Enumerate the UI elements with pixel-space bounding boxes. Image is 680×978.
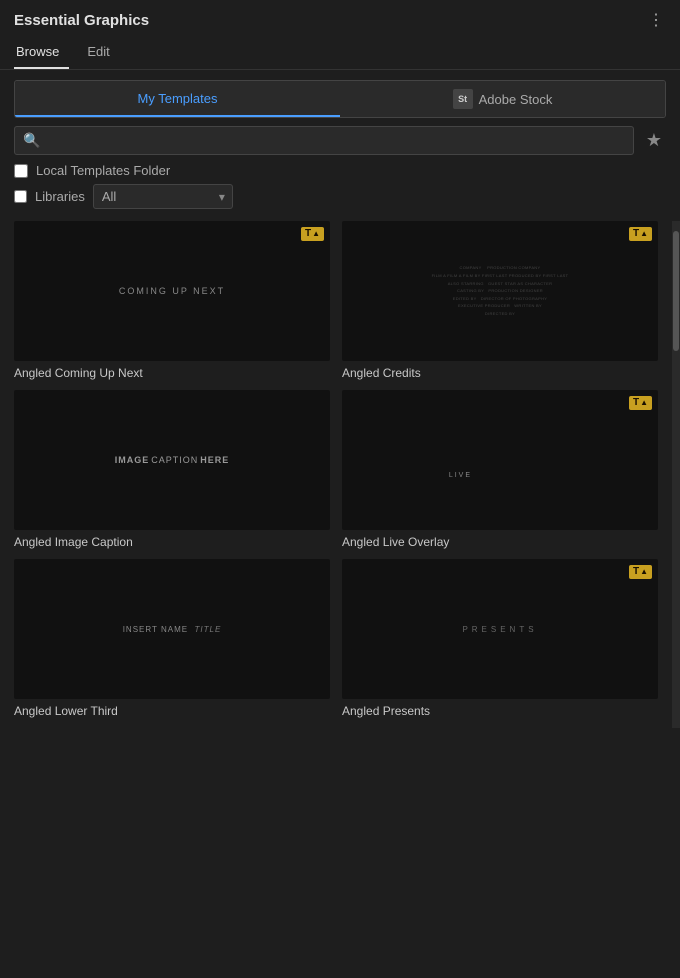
template-card-coming-up-next[interactable]: T▲ COMING UP NEXT Angled Coming Up Next: [14, 221, 330, 382]
search-wrap: 🔍: [14, 126, 634, 155]
template-thumb-5: INSERT NAME TITLE: [14, 559, 330, 699]
thumb-content-5: INSERT NAME TITLE: [123, 625, 222, 634]
my-templates-button[interactable]: My Templates: [15, 81, 340, 117]
template-name-6: Angled Presents: [342, 699, 658, 720]
tab-edit[interactable]: Edit: [85, 38, 119, 69]
live-text: LIVE: [449, 472, 472, 479]
template-badge-2: T▲: [629, 227, 652, 241]
template-thumb-1: T▲ COMING UP NEXT: [14, 221, 330, 361]
menu-icon[interactable]: ⋮: [648, 10, 666, 30]
template-name-3: Angled Image Caption: [14, 530, 330, 551]
template-grid: T▲ COMING UP NEXT Angled Coming Up Next …: [0, 221, 672, 728]
template-badge-1: T▲: [301, 227, 324, 241]
libraries-checkbox[interactable]: [14, 190, 27, 203]
template-card-lower-third[interactable]: INSERT NAME TITLE Angled Lower Third: [14, 559, 330, 720]
source-toggle: My Templates St Adobe Stock: [14, 80, 666, 118]
template-name-5: Angled Lower Third: [14, 699, 330, 720]
search-row: 🔍 ★: [14, 126, 666, 155]
template-badge-6: T▲: [629, 565, 652, 579]
template-badge-4: T▲: [629, 396, 652, 410]
adobe-stock-icon: St: [453, 89, 473, 109]
template-card-credits[interactable]: T▲ COMPANY PRODUCTION COMPANY FILM A FIL…: [342, 221, 658, 382]
adobe-stock-label: Adobe Stock: [479, 92, 553, 107]
thumb-content-3: IMAGE CAPTION HERE: [115, 455, 230, 465]
template-name-4: Angled Live Overlay: [342, 530, 658, 551]
scrollbar[interactable]: [672, 221, 680, 728]
libraries-row: Libraries All: [14, 184, 666, 209]
local-templates-checkbox[interactable]: [14, 164, 28, 178]
search-input[interactable]: [46, 133, 624, 148]
local-templates-row: Local Templates Folder: [14, 163, 666, 178]
adobe-stock-button[interactable]: St Adobe Stock: [340, 81, 665, 117]
template-name-1: Angled Coming Up Next: [14, 361, 330, 382]
template-thumb-6: T▲ PRESENTS: [342, 559, 658, 699]
image-caption-text: IMAGE CAPTION HERE: [115, 455, 230, 465]
scrollbar-thumb[interactable]: [673, 231, 679, 351]
thumb-content-1: COMING UP NEXT: [119, 286, 225, 296]
credits-text-block: COMPANY PRODUCTION COMPANY FILM A FILM A…: [367, 264, 633, 317]
search-icon: 🔍: [23, 132, 40, 149]
template-card-live-overlay[interactable]: T▲ LIVE Angled Live Overlay: [342, 390, 658, 551]
template-thumb-4: T▲ LIVE: [342, 390, 658, 530]
coming-up-text: COMING UP NEXT: [119, 286, 225, 296]
header: Essential Graphics ⋮: [0, 0, 680, 38]
app-title: Essential Graphics: [14, 12, 149, 29]
content-area: T▲ COMING UP NEXT Angled Coming Up Next …: [0, 221, 680, 728]
local-templates-label: Local Templates Folder: [36, 163, 170, 178]
lower-third-text: INSERT NAME TITLE: [123, 625, 222, 634]
libraries-label: Libraries: [35, 189, 85, 204]
thumb-content-6: PRESENTS: [462, 625, 537, 634]
tab-browse[interactable]: Browse: [14, 38, 69, 69]
template-thumb-2: T▲ COMPANY PRODUCTION COMPANY FILM A FIL…: [342, 221, 658, 361]
caption-word-here: HERE: [200, 455, 229, 465]
tab-bar: Browse Edit: [0, 38, 680, 70]
libraries-select[interactable]: All: [93, 184, 233, 209]
thumb-content-2: COMPANY PRODUCTION COMPANY FILM A FILM A…: [342, 244, 658, 337]
template-thumb-3: IMAGE CAPTION HERE: [14, 390, 330, 530]
template-card-image-caption[interactable]: IMAGE CAPTION HERE Angled Image Caption: [14, 390, 330, 551]
caption-word-caption: CAPTION: [151, 455, 198, 465]
libraries-select-wrap: All: [93, 184, 233, 209]
caption-word-image: IMAGE: [115, 455, 150, 465]
favorites-button[interactable]: ★: [642, 126, 666, 155]
template-name-2: Angled Credits: [342, 361, 658, 382]
template-card-presents[interactable]: T▲ PRESENTS Angled Presents: [342, 559, 658, 720]
